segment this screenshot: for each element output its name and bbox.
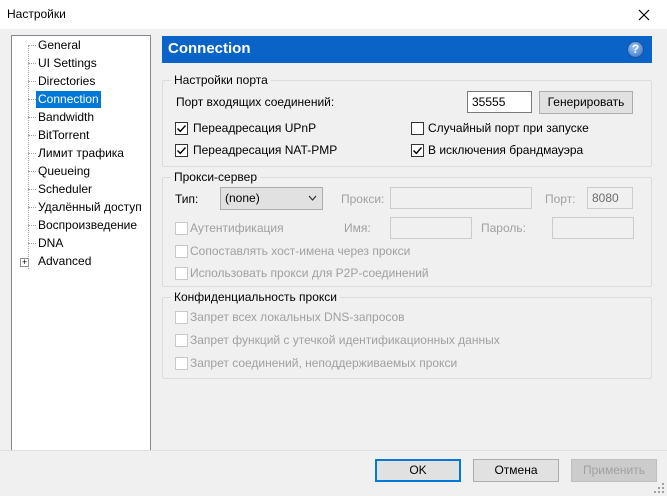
tree-item-playback[interactable]: Воспроизведение — [36, 217, 139, 234]
random-port-checkbox[interactable] — [411, 122, 424, 135]
auth-checkbox[interactable] — [175, 222, 188, 235]
tree-item-bandwidth[interactable]: Bandwidth — [36, 109, 96, 126]
tree-connector — [28, 45, 29, 269]
proxy-port-input[interactable]: 8080 — [587, 187, 633, 209]
close-button[interactable] — [621, 0, 667, 30]
tree-connector — [28, 63, 36, 64]
dns-label: Запрет всех локальных DNS-запросов — [190, 310, 405, 324]
tree-connector — [28, 189, 36, 190]
resolve-hostnames-label: Сопоставлять хост-имена через прокси — [190, 244, 411, 258]
tree-connector — [28, 45, 36, 46]
title-bar: Настройки — [0, 0, 667, 30]
resolve-hostnames-checkbox[interactable] — [175, 245, 188, 258]
tree-item-scheduler[interactable]: Scheduler — [36, 181, 94, 198]
section-title: Connection — [168, 40, 251, 57]
tree-item-directories[interactable]: Directories — [36, 73, 97, 90]
auth-label: Аутентификация — [190, 221, 284, 235]
ok-button[interactable]: OK — [375, 459, 461, 482]
help-icon[interactable]: ? — [627, 41, 644, 58]
section-header: Connection ? — [162, 36, 652, 63]
natpmp-label: Переадресация NAT-PMP — [193, 143, 338, 157]
tree-item-bittorrent[interactable]: BitTorrent — [36, 127, 91, 144]
p2p-proxy-checkbox[interactable] — [175, 267, 188, 280]
tree-item-dna[interactable]: DNA — [36, 235, 65, 252]
tree-connector — [28, 135, 36, 136]
leak-checkbox[interactable] — [175, 334, 188, 347]
password-input[interactable] — [552, 217, 634, 239]
proxy-host-input[interactable] — [390, 187, 532, 209]
unsupported-checkbox[interactable] — [175, 357, 188, 370]
checkmark-icon — [413, 147, 423, 155]
tree-connector — [28, 81, 36, 82]
tree-item-advanced[interactable]: Advanced — [36, 253, 93, 270]
proxy-type-label: Тип: — [175, 192, 199, 206]
tree-item-queueing[interactable]: Queueing — [36, 163, 92, 180]
tree-item-remote-access[interactable]: Удалённый доступ — [36, 199, 144, 216]
privacy-group-label: Конфиденциальность прокси — [171, 290, 340, 304]
apply-button[interactable]: Применить — [571, 459, 657, 482]
checkmark-icon — [177, 125, 187, 133]
tree-item-general[interactable]: General — [36, 37, 83, 54]
tree-connector — [28, 153, 36, 154]
proxy-group-label: Прокси-сервер — [171, 170, 260, 184]
upnp-label: Переадресация UPnP — [193, 121, 317, 135]
username-label: Имя: — [344, 221, 371, 235]
p2p-proxy-label: Использовать прокси для P2P-соединений — [190, 266, 429, 280]
chevron-down-icon — [308, 188, 317, 217]
leak-label: Запрет функций с утечкой идентификационн… — [190, 333, 500, 347]
random-port-label: Случайный порт при запуске — [428, 121, 589, 135]
tree-item-connection[interactable]: Connection — [36, 91, 101, 108]
proxy-port-label: Порт: — [545, 192, 576, 206]
proxy-type-select[interactable]: (none) — [220, 187, 323, 210]
tree-item-traffic-limit[interactable]: Лимит трафика — [36, 145, 126, 162]
username-input[interactable] — [390, 217, 472, 239]
resize-grip-icon[interactable] — [653, 482, 665, 494]
tree-connector — [28, 207, 36, 208]
window-title: Настройки — [7, 7, 66, 21]
firewall-label: В исключения брандмауэра — [428, 143, 584, 157]
dns-checkbox[interactable] — [175, 311, 188, 324]
close-icon — [638, 9, 650, 21]
dialog-footer: OK Отмена Применить — [0, 450, 667, 496]
expand-icon[interactable]: + — [20, 258, 29, 267]
tree-connector — [28, 225, 36, 226]
upnp-checkbox[interactable] — [175, 122, 188, 135]
tree-item-ui-settings[interactable]: UI Settings — [36, 55, 99, 72]
tree-connector — [28, 117, 36, 118]
firewall-checkbox[interactable] — [411, 144, 424, 157]
port-settings-label: Настройки порта — [171, 73, 271, 87]
incoming-port-label: Порт входящих соединений: — [176, 95, 335, 109]
tree-connector — [28, 171, 36, 172]
generate-button[interactable]: Генерировать — [539, 91, 633, 114]
tree-connector — [28, 243, 36, 244]
password-label: Пароль: — [481, 221, 526, 235]
proxy-host-label: Прокси: — [341, 192, 385, 206]
settings-tree[interactable]: General UI Settings Directories Connecti… — [11, 35, 151, 454]
cancel-button[interactable]: Отмена — [473, 459, 559, 482]
tree-connector — [28, 99, 36, 100]
incoming-port-input[interactable]: 35555 — [467, 91, 532, 113]
unsupported-label: Запрет соединений, неподдерживаемых прок… — [190, 356, 458, 370]
checkmark-icon — [177, 147, 187, 155]
proxy-type-value: (none) — [225, 191, 260, 205]
natpmp-checkbox[interactable] — [175, 144, 188, 157]
